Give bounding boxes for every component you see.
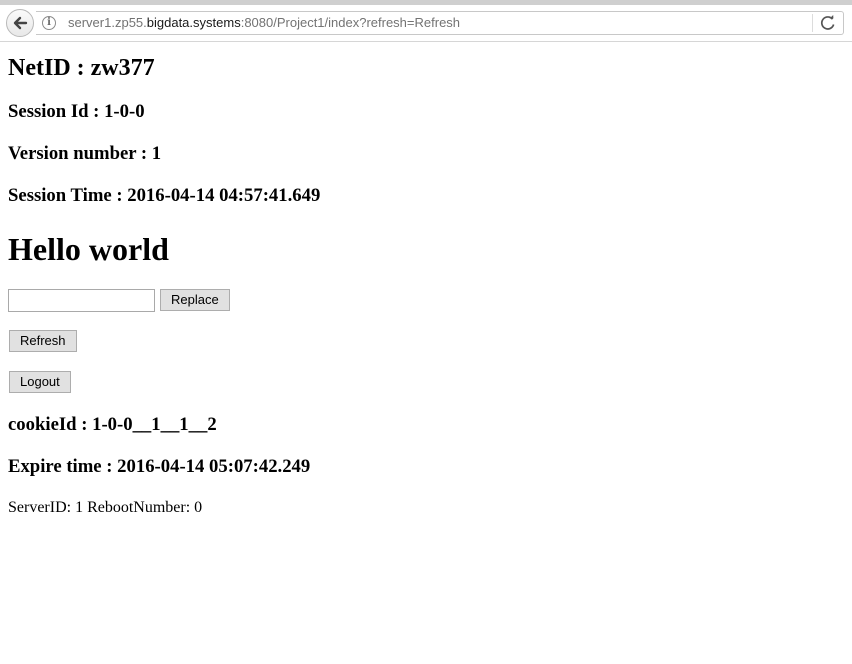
address-bar-separator <box>812 14 813 32</box>
browser-toolbar: i server1.zp55.bigdata.systems:8080/Proj… <box>0 5 852 42</box>
expire-time-heading: Expire time : 2016-04-14 05:07:42.249 <box>8 456 311 477</box>
back-button[interactable] <box>6 9 34 37</box>
reload-icon[interactable] <box>819 14 837 32</box>
logout-button[interactable]: Logout <box>9 371 71 393</box>
replace-button[interactable]: Replace <box>160 289 230 311</box>
replace-message-input[interactable] <box>8 289 155 312</box>
url-text: server1.zp55.bigdata.systems:8080/Projec… <box>68 15 460 31</box>
url-suffix: :8080/Project1/index?refresh=Refresh <box>240 15 461 30</box>
session-time-heading: Session Time : 2016-04-14 04:57:41.649 <box>8 185 321 206</box>
netid-heading: NetID : zw377 <box>8 55 155 81</box>
url-prefix: server1.zp55. <box>68 15 147 30</box>
server-info-text: ServerID: 1 RebootNumber: 0 <box>8 499 203 516</box>
cookie-id-heading: cookieId : 1-0-0__1__1__2 <box>8 414 217 435</box>
info-icon[interactable]: i <box>42 16 56 30</box>
session-id-heading: Session Id : 1-0-0 <box>8 101 145 122</box>
refresh-button[interactable]: Refresh <box>9 330 77 352</box>
message-heading: Hello world <box>8 231 169 267</box>
back-arrow-icon <box>13 16 28 30</box>
address-bar[interactable]: i server1.zp55.bigdata.systems:8080/Proj… <box>36 11 844 35</box>
url-host: bigdata.systems <box>146 15 241 30</box>
version-number-heading: Version number : 1 <box>8 143 162 164</box>
